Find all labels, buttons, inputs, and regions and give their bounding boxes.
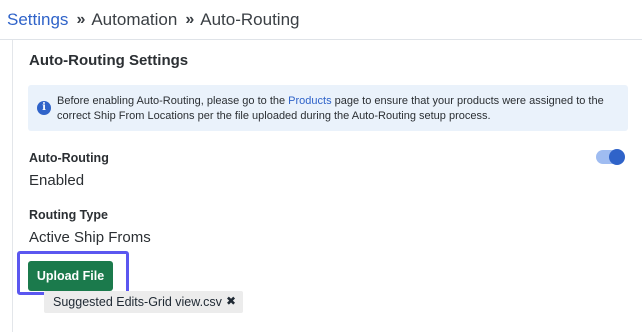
close-icon[interactable]: ✖	[226, 294, 236, 308]
breadcrumb-settings-link[interactable]: Settings	[7, 10, 68, 30]
routing-type-value: Active Ship Froms	[29, 229, 151, 246]
breadcrumb-automation: Automation	[91, 9, 178, 29]
breadcrumb-separator: »	[76, 10, 85, 28]
auto-routing-value: Enabled	[29, 172, 85, 189]
upload-file-button[interactable]: Upload File	[28, 261, 113, 291]
auto-routing-toggle[interactable]	[596, 149, 625, 165]
section-title: Auto-Routing Settings	[29, 52, 189, 69]
routing-type-label: Routing Type	[29, 208, 108, 222]
info-text-before: Before enabling Auto-Routing, please go …	[57, 95, 289, 107]
info-text: Before enabling Auto-Routing, please go …	[57, 94, 622, 124]
info-icon: i	[37, 101, 51, 115]
breadcrumb-auto-routing: Auto-Routing	[200, 9, 300, 29]
panel-divider	[12, 40, 13, 332]
file-name: Suggested Edits-Grid view.csv	[53, 295, 222, 309]
breadcrumb-separator: »	[185, 10, 194, 28]
products-link[interactable]: Products	[288, 95, 331, 107]
toggle-knob	[609, 149, 625, 165]
breadcrumb: Settings » Automation » Auto-Routing	[0, 0, 642, 40]
info-banner: i Before enabling Auto-Routing, please g…	[28, 85, 628, 131]
uploaded-file-chip: Suggested Edits-Grid view.csv ✖	[44, 291, 243, 313]
auto-routing-label: Auto-Routing	[29, 151, 109, 165]
